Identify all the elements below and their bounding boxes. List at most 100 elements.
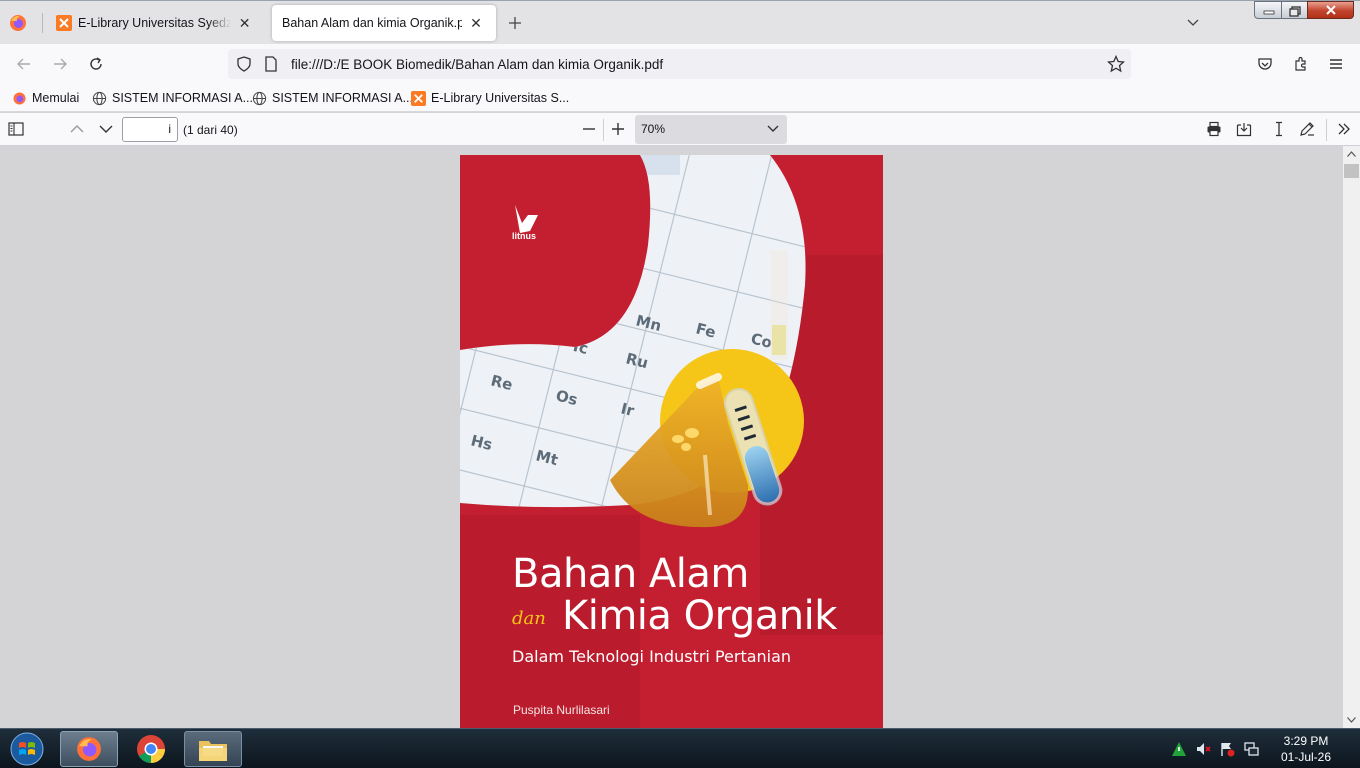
close-window-button[interactable] [1307, 1, 1354, 19]
close-icon [1325, 5, 1336, 15]
minimize-button[interactable] [1254, 1, 1282, 19]
menu-button[interactable] [1322, 50, 1350, 78]
list-all-tabs-button[interactable] [1182, 13, 1204, 33]
minimize-icon [1263, 10, 1275, 15]
system-clock[interactable]: 3:29 PM 01-Jul-26 [1270, 733, 1342, 765]
vertical-scrollbar[interactable] [1343, 146, 1360, 728]
bookmark-sistem-informasi-2[interactable]: SISTEM INFORMASI A... [251, 89, 413, 107]
pdf-toolbar: i (1 dari 40) 70% [0, 113, 1360, 146]
windows-logo-icon [10, 732, 44, 766]
chevron-down-icon [1187, 19, 1199, 26]
plus-icon [612, 123, 624, 135]
bookmark-elibrary[interactable]: E-Library Universitas S... [410, 89, 569, 107]
plus-icon [509, 17, 521, 29]
bookmark-label: SISTEM INFORMASI A... [272, 91, 413, 105]
tab-separator [42, 13, 43, 33]
bookmarks-toolbar: Memulai SISTEM INFORMASI A... SISTEM INF… [0, 84, 1360, 112]
star-icon[interactable] [1106, 54, 1126, 73]
url-text[interactable]: file:///D:/E BOOK Biomedik/Bahan Alam da… [291, 57, 663, 72]
bookmark-label: E-Library Universitas S... [431, 91, 570, 105]
reload-button[interactable] [82, 50, 110, 78]
url-bar[interactable]: file:///D:/E BOOK Biomedik/Bahan Alam da… [228, 49, 1131, 79]
tab-label: Bahan Alam dan kimia Organik.pdf [282, 16, 462, 30]
tab-elibrary[interactable]: E-Library Universitas Syedza Saintika ✕ [46, 5, 262, 41]
xampp-favicon-icon [410, 90, 426, 106]
bookmark-sistem-informasi-1[interactable]: SISTEM INFORMASI A... [91, 89, 253, 107]
network-alert-icon[interactable] [1171, 741, 1187, 757]
tab-pdf[interactable]: Bahan Alam dan kimia Organik.pdf ✕ [272, 5, 496, 41]
puzzle-icon [1295, 56, 1306, 71]
scroll-down-arrow-icon[interactable] [1343, 712, 1360, 728]
navigation-bar: file:///D:/E BOOK Biomedik/Bahan Alam da… [0, 44, 1360, 84]
page-count: (1 dari 40) [183, 123, 238, 137]
sidebar-toggle-button[interactable] [3, 117, 29, 141]
page-icon[interactable] [264, 56, 278, 75]
next-page-button[interactable] [93, 117, 119, 141]
windows-taskbar: 3:29 PM 01-Jul-26 [0, 728, 1360, 768]
text-tool-button[interactable] [1266, 117, 1292, 141]
chevron-down-icon [767, 115, 779, 144]
taskbar-firefox[interactable] [60, 731, 118, 767]
download-icon [1236, 123, 1252, 137]
divider [603, 119, 604, 141]
shield-icon[interactable] [236, 56, 252, 75]
chevron-down-icon [99, 125, 113, 133]
cover-title-line1: Bahan Alam [512, 551, 749, 597]
scroll-thumb[interactable] [1344, 164, 1359, 178]
zoom-out-button[interactable] [576, 117, 602, 141]
scroll-up-arrow-icon[interactable] [1343, 146, 1360, 162]
cover-subtitle: Dalam Teknologi Industri Pertanian [512, 647, 792, 666]
reload-icon [90, 57, 102, 70]
publisher-logo: litnus [512, 231, 536, 241]
chevron-up-icon [70, 125, 84, 133]
firefox-icon [11, 90, 27, 106]
close-tab-icon[interactable]: ✕ [468, 15, 484, 31]
tab-strip: E-Library Universitas Syedza Saintika ✕ … [0, 0, 1360, 44]
bookmark-memulai[interactable]: Memulai [11, 89, 79, 107]
pocket-button[interactable] [1251, 50, 1279, 78]
cover-title-line2: Kimia Organik [562, 593, 837, 639]
taskbar-chrome[interactable] [122, 731, 180, 767]
chrome-icon [137, 735, 165, 763]
zoom-select[interactable]: 70% [635, 115, 787, 144]
clock-time: 3:29 PM [1283, 734, 1329, 748]
arrow-left-icon [17, 58, 30, 70]
tools-menu-button[interactable] [1331, 117, 1357, 141]
extensions-button[interactable] [1287, 50, 1315, 78]
print-button[interactable] [1201, 117, 1227, 141]
draw-button[interactable] [1294, 117, 1320, 141]
forward-button[interactable] [46, 50, 74, 78]
previous-page-button[interactable] [64, 117, 90, 141]
firefox-icon [77, 737, 101, 761]
arrow-right-icon [54, 58, 67, 70]
minus-icon [583, 128, 595, 130]
pdf-viewer[interactable]: Mn Fe Co Tc Ru Re Os Ir Hs Mt litnus Bahan Alam d… [0, 146, 1343, 728]
zoom-in-button[interactable] [605, 117, 631, 141]
restore-button[interactable] [1281, 1, 1308, 19]
action-center-flag-icon[interactable] [1219, 741, 1235, 757]
printer-icon [1207, 121, 1221, 137]
pdf-page-cover: Mn Fe Co Tc Ru Re Os Ir Hs Mt litnus Bahan Alam d… [460, 155, 883, 728]
volume-muted-icon[interactable] [1195, 741, 1211, 757]
double-chevron-right-icon [1338, 123, 1350, 135]
cover-title-connector: dan [512, 608, 546, 629]
hamburger-icon [1330, 59, 1342, 69]
cover-author: Puspita Nurlilasari [513, 703, 610, 717]
divider [1326, 119, 1327, 141]
start-button[interactable] [6, 731, 48, 767]
firefox-view-button[interactable] [8, 13, 30, 35]
restore-icon [1289, 6, 1301, 17]
back-button[interactable] [10, 50, 38, 78]
network-icon[interactable] [1243, 741, 1259, 757]
new-tab-button[interactable] [503, 11, 527, 35]
close-tab-icon[interactable]: ✕ [237, 15, 252, 31]
save-button[interactable] [1231, 117, 1257, 141]
tab-label: E-Library Universitas Syedza Saintika [78, 16, 232, 30]
taskbar-file-explorer[interactable] [184, 731, 242, 767]
firefox-icon [10, 15, 26, 31]
sidebar-icon [8, 122, 24, 136]
zoom-value: 70% [641, 122, 666, 136]
page-number-input[interactable]: i [122, 117, 178, 142]
text-cursor-icon [1276, 121, 1282, 137]
globe-icon [91, 90, 107, 106]
